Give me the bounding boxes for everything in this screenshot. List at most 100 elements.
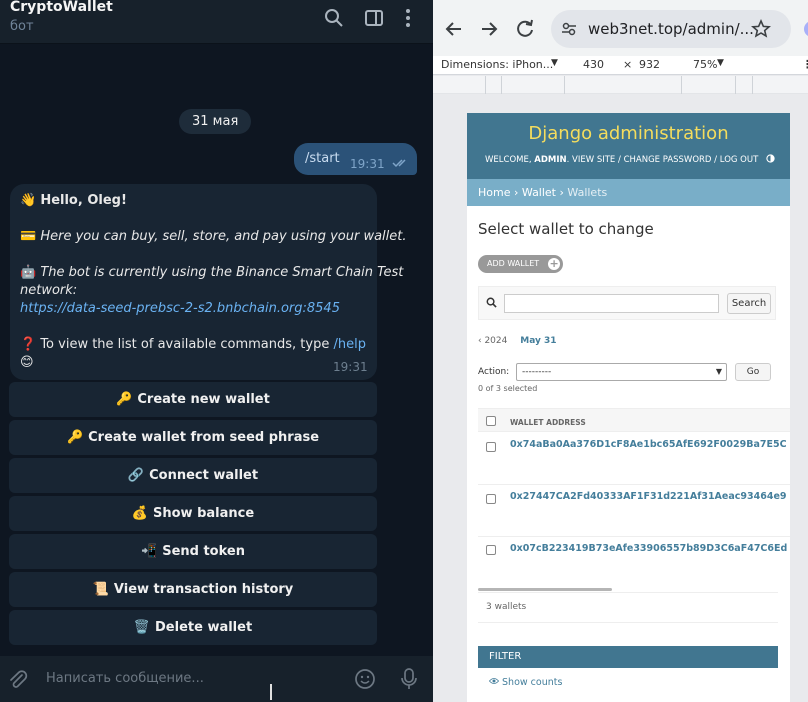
connect-wallet-button[interactable]: 🔗 Connect wallet (9, 458, 377, 493)
username: ADMIN (534, 155, 567, 165)
sidebar-toggle-icon[interactable] (364, 8, 384, 28)
button-label: Create wallet from seed phrase (88, 430, 320, 445)
show-balance-button[interactable]: 💰 Show balance (9, 496, 377, 531)
phone-arrow-icon: 📲 (141, 544, 158, 559)
bookmark-star-icon[interactable] (751, 19, 771, 39)
greeting-text: Hello, Oleg! (40, 193, 127, 208)
microphone-icon[interactable] (399, 667, 419, 691)
question-icon: ❓ (20, 337, 37, 352)
breadcrumb-home[interactable]: Home (478, 186, 510, 199)
money-bag-icon: 💰 (131, 506, 148, 521)
action-select-value: --------- (522, 367, 552, 377)
help-line: ❓ To view the list of available commands… (20, 337, 366, 352)
add-wallet-button[interactable]: ADD WALLET + (478, 255, 564, 273)
delete-wallet-button[interactable]: 🗑️ Delete wallet (9, 610, 377, 645)
button-label: View transaction history (113, 582, 294, 597)
attach-icon[interactable] (7, 669, 29, 691)
site-settings-icon[interactable] (561, 21, 577, 37)
view-transaction-history-button[interactable]: 📜 View transaction history (9, 572, 377, 607)
create-new-wallet-button[interactable]: 🔑 Create new wallet (9, 382, 377, 417)
show-counts-link[interactable]: Show counts (488, 677, 563, 688)
greeting-line: 👋 Hello, Oleg! (20, 193, 127, 208)
telegram-window: CryptoWallet бот 31 мая /start 19:31 👋 H… (0, 0, 433, 702)
devtools-ruler (433, 76, 808, 94)
wallet-address-link[interactable]: 0x74aBa0Aa376D1cF8Ae1bc65AfE692F0029Ba7E… (510, 439, 787, 450)
ruler-tick (485, 76, 486, 94)
help-text: To view the list of available commands, … (40, 337, 330, 352)
create-wallet-from-seed-button[interactable]: 🔑 Create wallet from seed phrase (9, 420, 377, 455)
chevron-down-icon[interactable]: ▼ (717, 58, 724, 68)
add-wallet-label: ADD WALLET (487, 259, 540, 268)
reload-icon[interactable] (514, 18, 536, 40)
forward-arrow-icon[interactable] (478, 18, 500, 40)
date-back-link[interactable]: ‹ 2024 (478, 336, 507, 346)
show-counts-label: Show counts (502, 677, 563, 688)
send-token-button[interactable]: 📲 Send token (9, 534, 377, 569)
breadcrumb-wallet[interactable]: Wallet (522, 186, 556, 199)
breadcrumb: Home › Wallet › Wallets (467, 179, 790, 206)
viewport-height[interactable]: 932 (639, 58, 660, 71)
incoming-message[interactable]: 👋 Hello, Oleg! 💳 Here you can buy, sell,… (10, 184, 407, 380)
paginator: 3 wallets (478, 592, 778, 623)
search-icon (486, 297, 497, 308)
table-row: 0x27447CA2Fd40333AF1F31d221Af31Aeac93464… (478, 485, 790, 537)
theme-toggle-icon[interactable] (766, 154, 775, 163)
select-all-checkbox[interactable] (486, 416, 496, 426)
rpc-link[interactable]: https://data-seed-prebsc-2-s2.bnbchain.o… (20, 301, 340, 316)
button-label: Show balance (153, 506, 255, 521)
wallet-address-link[interactable]: 0x27447CA2Fd40333AF1F31d221Af31Aeac93464… (510, 491, 787, 502)
view-site-link[interactable]: VIEW SITE (572, 155, 615, 165)
more-options-icon[interactable]: ⋮ (802, 58, 808, 71)
message-composer: Написать сообщение... (0, 656, 433, 702)
more-options-icon[interactable] (398, 8, 418, 28)
help-command-link[interactable]: /help (333, 337, 365, 352)
horizontal-scrollbar[interactable] (478, 588, 612, 591)
date-current-link[interactable]: May 31 (520, 336, 556, 346)
change-password-link[interactable]: CHANGE PASSWORD (624, 155, 712, 165)
emulated-viewport: Django administration WELCOME, ADMIN. VI… (467, 113, 790, 702)
table-row: 0x07cB223419B73eAfe33906557b89D3C6aF47C6… (478, 537, 790, 589)
intro-text: Here you can buy, sell, store, and pay u… (40, 229, 407, 244)
read-check-icon (392, 159, 406, 168)
site-branding[interactable]: Django administration (467, 123, 790, 144)
zoom-select[interactable]: 75% (693, 58, 717, 71)
column-header-wallet-address[interactable]: WALLET ADDRESS (510, 418, 586, 427)
row-checkbox[interactable] (486, 545, 496, 555)
key-icon: 🔑 (116, 392, 133, 407)
filter-heading: FILTER (478, 646, 778, 668)
message-text: /start (305, 151, 340, 166)
message-input[interactable]: Написать сообщение... (46, 671, 204, 686)
trash-icon: 🗑️ (133, 620, 150, 635)
browser-toolbar: web3net.top/admin/... (433, 0, 808, 56)
chat-header[interactable]: CryptoWallet бот (0, 0, 433, 44)
device-select[interactable]: Dimensions: iPhon... (441, 58, 553, 71)
viewport-width[interactable]: 430 (583, 58, 604, 71)
chevron-down-icon[interactable]: ▼ (551, 58, 558, 68)
emoji-icon[interactable] (354, 668, 376, 690)
chevron-down-icon: ▼ (715, 367, 722, 376)
go-button[interactable]: Go (735, 363, 771, 381)
extension-icon[interactable] (801, 18, 808, 40)
table-header: WALLET ADDRESS (478, 408, 790, 432)
admin-header: Django administration WELCOME, ADMIN. VI… (467, 113, 790, 179)
breadcrumb-current: Wallets (567, 186, 608, 199)
outgoing-message[interactable]: /start 19:31 (294, 143, 417, 175)
dimension-separator: × (623, 58, 633, 71)
text-cursor-icon (270, 684, 272, 700)
date-hierarchy: ‹ 2024 May 31 (478, 336, 557, 346)
row-checkbox[interactable] (486, 442, 496, 452)
rpc-link-line: https://data-seed-prebsc-2-s2.bnbchain.o… (20, 301, 340, 316)
back-arrow-icon[interactable] (443, 18, 465, 40)
log-out-link[interactable]: LOG OUT (720, 155, 759, 165)
devtools-device-toolbar: Dimensions: iPhon... ▼ 430 × 932 75% ▼ ⋮ (433, 56, 808, 75)
row-checkbox[interactable] (486, 494, 496, 504)
smile-icon: 😊 (20, 355, 34, 370)
search-icon[interactable] (324, 8, 344, 28)
wallet-address-link[interactable]: 0x07cB223419B73eAfe33906557b89D3C6aF47C6… (510, 543, 787, 554)
plus-icon: + (548, 257, 561, 270)
search-input[interactable] (504, 294, 719, 313)
wave-icon: 👋 (20, 193, 37, 208)
ruler-tick (752, 76, 753, 94)
action-select[interactable]: --------- ▼ (516, 363, 727, 381)
search-button[interactable]: Search (727, 293, 771, 314)
